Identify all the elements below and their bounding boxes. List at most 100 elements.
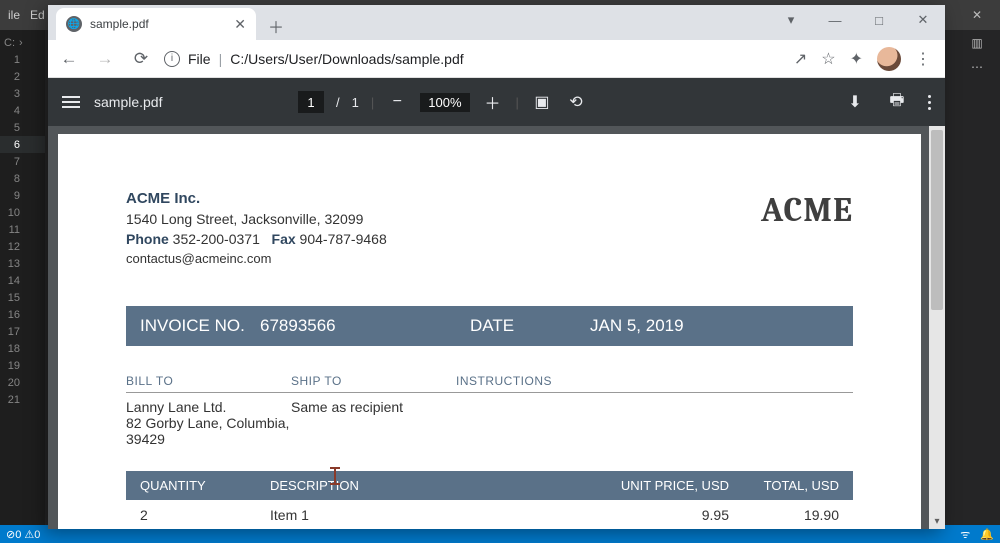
rotate-button[interactable]: ⟲ [565, 91, 587, 113]
chrome-menu-icon[interactable]: ⋮ [915, 49, 931, 69]
pdf-page: ACME Inc. 1540 Long Street, Jacksonville… [58, 134, 921, 529]
col-quantity: QUANTITY [140, 478, 270, 493]
tab-title: sample.pdf [90, 17, 149, 31]
page-total: 1 [352, 95, 359, 110]
download-button[interactable]: ⬇ [844, 91, 866, 113]
invoice-no-label: INVOICE NO. [140, 316, 260, 336]
col-description: DESCRIPTION [270, 478, 579, 493]
item-total: 19.90 [729, 507, 839, 523]
item-desc: Item 1 [270, 507, 579, 523]
line-number: 8 [4, 173, 24, 185]
line-number: 12 [4, 241, 24, 253]
chevron-right-icon[interactable]: › [19, 37, 23, 49]
browser-toolbar: ← → ⟳ i File | C:/Users/User/Downloads/s… [48, 40, 945, 78]
pdf-filename: sample.pdf [94, 94, 162, 110]
item-unit: 9.95 [579, 507, 729, 523]
line-number: 6 [4, 139, 24, 151]
window-restore-dropdown[interactable]: ▾ [769, 5, 813, 35]
split-editor-icon[interactable]: ▥ [971, 36, 982, 50]
pdf-more-menu[interactable] [928, 95, 931, 110]
line-number: 20 [4, 377, 24, 389]
line-number: 11 [4, 224, 24, 236]
editor-menu-item[interactable]: Ed [30, 8, 45, 22]
window-minimize-button[interactable]: — [813, 5, 857, 35]
profile-avatar[interactable] [877, 47, 901, 71]
zoom-level[interactable]: 100% [420, 93, 469, 112]
phone-value: 352-200-0371 [173, 231, 260, 247]
col-unit-price: UNIT PRICE, USD [579, 478, 729, 493]
scrollbar-track[interactable]: ▴ ▾ [929, 126, 945, 529]
editor-gutter: C:› 1 2 3 4 5 6 7 8 9 10 11 12 13 14 15 … [0, 30, 45, 525]
status-problems[interactable]: ⊘0 ⚠0 [6, 528, 40, 541]
page-separator: / [336, 95, 340, 110]
browser-tab[interactable]: 🌐 sample.pdf ✕ [56, 8, 256, 40]
instructions-label: INSTRUCTIONS [456, 374, 853, 393]
url-scheme-label: File [188, 51, 211, 67]
line-number: 4 [4, 105, 24, 117]
page-number-input[interactable]: 1 [298, 91, 324, 113]
status-bell-icon[interactable]: 🔔 [980, 528, 994, 541]
nav-forward-button[interactable]: → [92, 46, 118, 72]
company-name: ACME Inc. [126, 190, 387, 207]
fax-label: Fax [272, 231, 296, 247]
billto-line1: Lanny Lane Ltd. [126, 399, 291, 415]
zoom-out-button[interactable]: − [386, 91, 408, 113]
col-total: TOTAL, USD [729, 478, 839, 493]
line-number: 15 [4, 292, 24, 304]
item-qty: 2 [140, 507, 270, 523]
line-number: 5 [4, 122, 24, 134]
site-info-icon[interactable]: i [164, 51, 180, 67]
line-number: 17 [4, 326, 24, 338]
line-number: 3 [4, 88, 24, 100]
invoice-no-value: 67893566 [260, 316, 470, 336]
nav-reload-button[interactable]: ⟳ [128, 46, 154, 72]
window-maximize-button[interactable]: □ [857, 5, 901, 35]
pdf-toolbar: sample.pdf 1 / 1 | − 100% ＋ | ▣ ⟲ ⬇ 🖶 [48, 78, 945, 126]
company-logo: ACME [761, 190, 853, 230]
item-row: 2 Item 1 9.95 19.90 [126, 500, 853, 529]
company-address: 1540 Long Street, Jacksonville, 32099 [126, 211, 387, 227]
line-number: 21 [4, 394, 24, 406]
scroll-down-icon[interactable]: ▾ [929, 513, 945, 529]
scrollbar-thumb[interactable] [931, 130, 943, 310]
line-number: 2 [4, 71, 24, 83]
company-email: contactus@acmeinc.com [126, 251, 387, 266]
globe-icon: 🌐 [66, 16, 82, 32]
editor-close-button[interactable]: ✕ [954, 0, 1000, 30]
tab-close-button[interactable]: ✕ [234, 16, 246, 33]
pdf-scroll-area[interactable]: ACME Inc. 1540 Long Street, Jacksonville… [48, 126, 945, 529]
zoom-in-button[interactable]: ＋ [482, 91, 504, 113]
extensions-icon[interactable]: ✦ [850, 49, 863, 69]
bookmark-star-icon[interactable]: ☆ [821, 49, 835, 69]
shipto-value: Same as recipient [291, 399, 456, 447]
line-number: 7 [4, 156, 24, 168]
print-button[interactable]: 🖶 [886, 91, 908, 113]
shipto-label: SHIP TO [291, 374, 456, 393]
status-live-icon[interactable]: ᯤ [960, 527, 970, 542]
line-number: 9 [4, 190, 24, 202]
invoice-date-label: DATE [470, 316, 590, 336]
hamburger-icon[interactable] [62, 96, 80, 108]
url-separator: | [219, 51, 223, 67]
line-number: 1 [4, 54, 24, 66]
address-bar[interactable]: i File | C:/Users/User/Downloads/sample.… [164, 51, 784, 67]
nav-back-button[interactable]: ← [56, 46, 82, 72]
share-icon[interactable]: ↗ [794, 49, 807, 69]
url-path: C:/Users/User/Downloads/sample.pdf [230, 51, 463, 67]
billto-line2: 82 Gorby Lane, Columbia, 39429 [126, 415, 291, 447]
invoice-header-bar: INVOICE NO. 67893566 DATE JAN 5, 2019 [126, 306, 853, 346]
line-number: 16 [4, 309, 24, 321]
editor-menu-item[interactable]: ile [8, 8, 20, 22]
new-tab-button[interactable]: ＋ [262, 12, 290, 40]
billto-label: BILL TO [126, 374, 291, 393]
pdf-viewer: sample.pdf 1 / 1 | − 100% ＋ | ▣ ⟲ ⬇ 🖶 [48, 78, 945, 529]
instructions-value [456, 399, 853, 447]
fit-page-button[interactable]: ▣ [531, 91, 553, 113]
editor-left-label: C: [4, 37, 15, 49]
more-icon[interactable]: ⋯ [971, 60, 983, 74]
line-number: 13 [4, 258, 24, 270]
phone-label: Phone [126, 231, 169, 247]
invoice-date-value: JAN 5, 2019 [590, 316, 684, 336]
line-number: 10 [4, 207, 24, 219]
window-close-button[interactable]: ✕ [901, 5, 945, 35]
